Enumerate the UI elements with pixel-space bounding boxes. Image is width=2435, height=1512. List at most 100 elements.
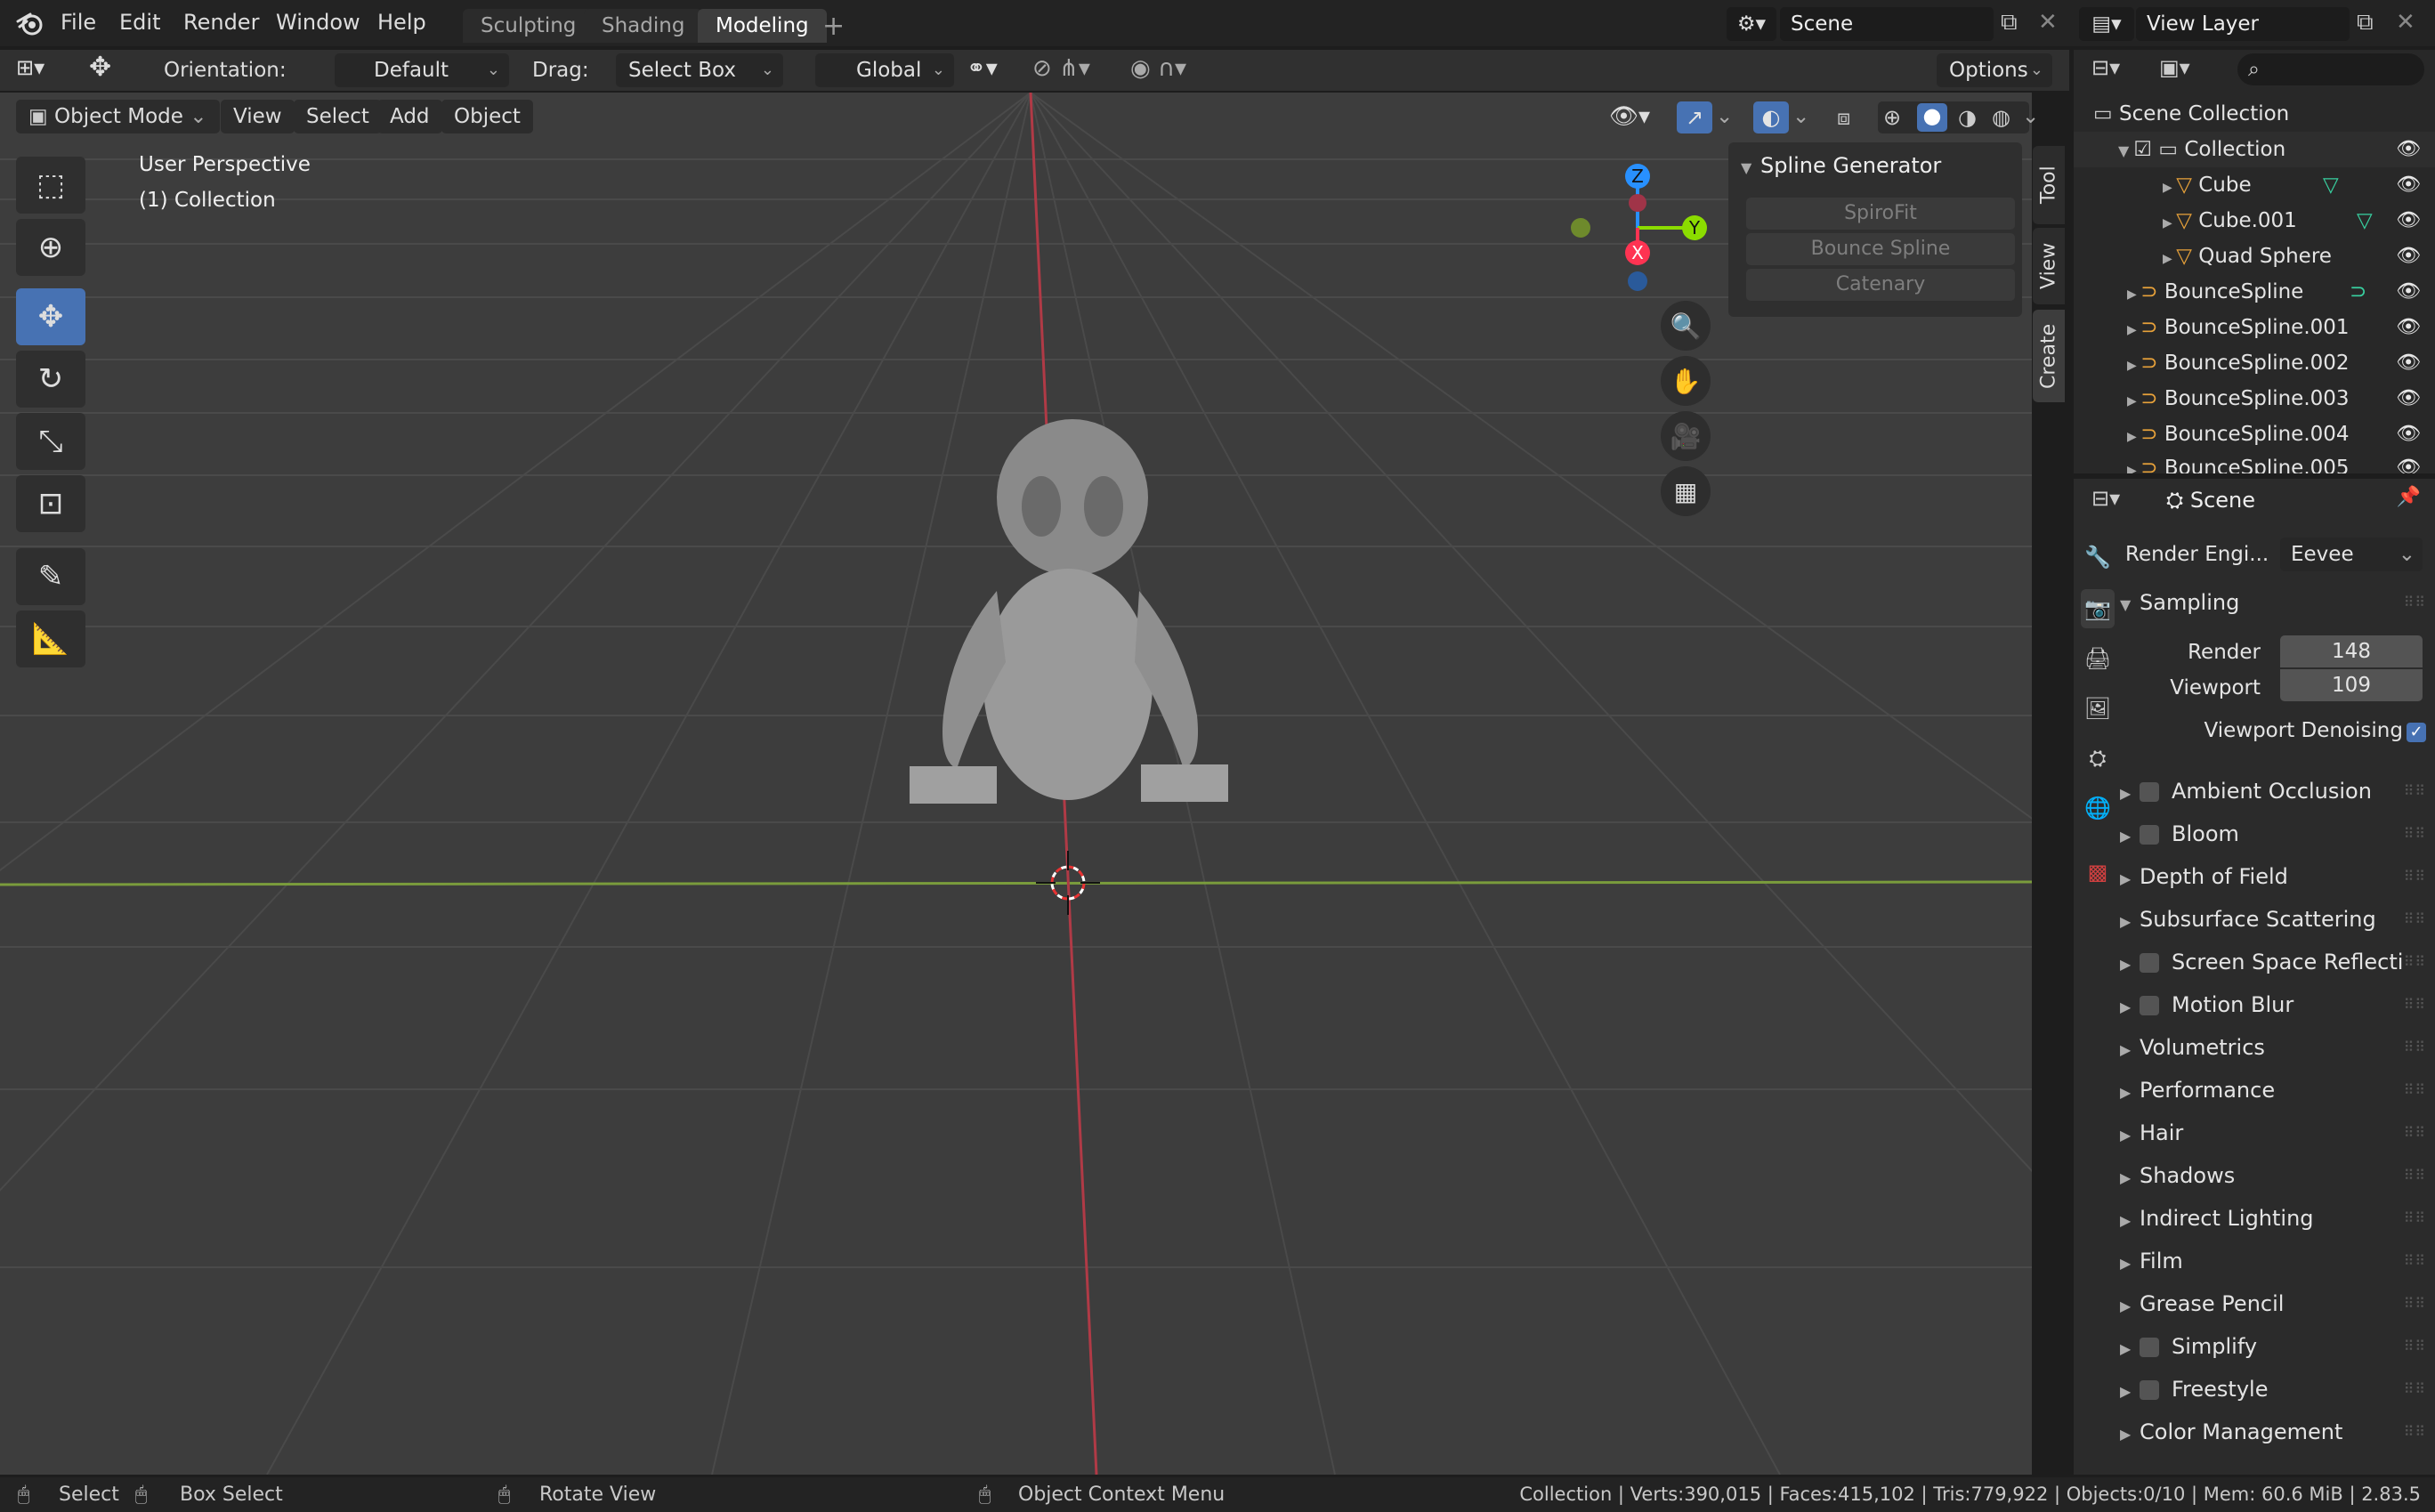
transform-space-dropdown[interactable]: Global ⌄ bbox=[815, 53, 954, 87]
drag-handle-icon[interactable]: ⠿⠿ bbox=[2403, 942, 2426, 982]
measure-tool-icon[interactable]: 📐 bbox=[16, 610, 85, 667]
menu-edit[interactable]: Edit bbox=[119, 0, 160, 46]
spline-generator-header[interactable]: ▼ Spline Generator bbox=[1741, 148, 1941, 183]
move-tool-icon[interactable]: ✥ bbox=[89, 52, 111, 83]
outliner-item-cube[interactable]: ▶ ▽ Cube ▽ 👁 bbox=[2074, 167, 2435, 203]
drag-handle-icon[interactable]: ⠿⠿ bbox=[2403, 1241, 2426, 1282]
render-tab-icon[interactable]: 📷 bbox=[2081, 589, 2115, 628]
chevron-down-icon[interactable]: ⌄ bbox=[2022, 100, 2039, 133]
drag-handle-icon[interactable]: ⠿⠿ bbox=[2403, 1369, 2426, 1410]
outliner-editor-icon[interactable]: ⊟▾ bbox=[2091, 55, 2120, 80]
outliner-scene-collection[interactable]: ▭ Scene Collection bbox=[2074, 96, 2435, 132]
drag-handle-icon[interactable]: ⠿⠿ bbox=[2403, 1283, 2426, 1324]
rendered-shading-icon[interactable]: ◍ bbox=[1992, 105, 2010, 130]
select-menu[interactable]: Select bbox=[294, 100, 382, 133]
bounce-spline-button[interactable]: Bounce Spline bbox=[1746, 233, 2015, 265]
spirofit-button[interactable]: SpiroFit bbox=[1746, 198, 2015, 230]
panel-freestyle[interactable]: ▶ Freestyle ⠿⠿ bbox=[2120, 1369, 2435, 1410]
new-scene-icon[interactable]: ⧉ bbox=[2001, 9, 2018, 36]
blender-logo-icon[interactable] bbox=[14, 9, 46, 37]
navigation-gizmo[interactable]: Z Y X bbox=[1559, 157, 1728, 299]
drag-handle-icon[interactable]: ⠿⠿ bbox=[2403, 899, 2426, 940]
transform-tool-icon[interactable]: ⊡ bbox=[16, 475, 85, 532]
render-samples-field[interactable]: 148 bbox=[2280, 635, 2423, 667]
character-model[interactable] bbox=[910, 419, 1228, 804]
pin-icon[interactable]: 📌 bbox=[2397, 486, 2421, 508]
sampling-panel-header[interactable]: ▼ Sampling ⠿⠿ bbox=[2120, 582, 2435, 623]
options-dropdown[interactable]: Options ⌄ bbox=[1937, 53, 2052, 87]
output-tab-icon[interactable]: 🖨 bbox=[2081, 639, 2115, 678]
panel-simplify[interactable]: ▶ Simplify ⠿⠿ bbox=[2120, 1326, 2435, 1367]
drag-handle-icon[interactable]: ⠿⠿ bbox=[2403, 856, 2426, 897]
view-layer-field[interactable]: View Layer bbox=[2136, 7, 2350, 41]
panel-screen-space-reflectio[interactable]: ▶ Screen Space Reflectio ⠿⠿ bbox=[2120, 942, 2435, 982]
outliner-item-bouncespline-002[interactable]: ▶ ⊃ BounceSpline.002 👁 bbox=[2074, 345, 2435, 381]
eye-icon[interactable]: 👁 bbox=[2396, 132, 2421, 167]
object-menu[interactable]: Object bbox=[441, 100, 533, 133]
select-box-tool-icon[interactable]: ⬚ bbox=[16, 157, 85, 214]
panel-film[interactable]: ▶ Film ⠿⠿ bbox=[2120, 1241, 2435, 1282]
outliner-item-quad-sphere[interactable]: ▶ ▽ Quad Sphere 👁 bbox=[2074, 239, 2435, 274]
panel-performance[interactable]: ▶ Performance ⠿⠿ bbox=[2120, 1070, 2435, 1111]
simplify-checkbox[interactable] bbox=[2140, 1338, 2159, 1357]
drag-handle-icon[interactable]: ⠿⠿ bbox=[2403, 1326, 2426, 1367]
3d-viewport[interactable] bbox=[0, 93, 2032, 1475]
object-mode-dropdown[interactable]: ▣ Object Mode ⌄ bbox=[16, 100, 220, 133]
render-engine-dropdown[interactable]: Eevee ⌄ bbox=[2280, 538, 2423, 571]
close-icon[interactable]: ✕ bbox=[2038, 9, 2058, 36]
eye-icon[interactable]: 👁 bbox=[2396, 274, 2421, 310]
drag-handle-icon[interactable]: ⠿⠿ bbox=[2403, 984, 2426, 1025]
viewport-samples-field[interactable]: 109 bbox=[2280, 669, 2423, 701]
bloom-checkbox[interactable] bbox=[2140, 825, 2159, 845]
outliner-item-bouncespline-005[interactable]: ▶ ⊃ BounceSpline.005 👁 bbox=[2074, 450, 2435, 473]
panel-grease-pencil[interactable]: ▶ Grease Pencil ⠿⠿ bbox=[2120, 1283, 2435, 1324]
scene-tab-icon[interactable]: ⛭ bbox=[2081, 739, 2115, 778]
drag-handle-icon[interactable]: ⠿⠿ bbox=[2403, 771, 2426, 812]
scale-tool-icon[interactable]: ⤡ bbox=[16, 413, 85, 470]
editor-type-icon[interactable]: ⊞▾ bbox=[16, 55, 44, 80]
gizmo-toggle-icon[interactable]: ↗ bbox=[1677, 101, 1712, 133]
catenary-button[interactable]: Catenary bbox=[1746, 269, 2015, 301]
panel-subsurface-scattering[interactable]: ▶ Subsurface Scattering ⠿⠿ bbox=[2120, 899, 2435, 940]
motion-blur-checkbox[interactable] bbox=[2140, 996, 2159, 1015]
drag-handle-icon[interactable]: ⠿⠿ bbox=[2403, 1027, 2426, 1068]
eye-icon[interactable]: 👁 bbox=[2396, 381, 2421, 416]
eye-icon[interactable]: 👁 bbox=[2396, 310, 2421, 345]
panel-depth-of-field[interactable]: ▶ Depth of Field ⠿⠿ bbox=[2120, 856, 2435, 897]
pan-hand-icon[interactable]: ✋ bbox=[1661, 356, 1711, 406]
panel-volumetrics[interactable]: ▶ Volumetrics ⠿⠿ bbox=[2120, 1027, 2435, 1068]
grid-view-icon[interactable]: ▦ bbox=[1661, 466, 1711, 516]
eye-icon[interactable]: 👁 bbox=[2396, 203, 2421, 239]
tab-tool[interactable]: Tool bbox=[2033, 146, 2065, 224]
view-menu[interactable]: View bbox=[221, 100, 295, 133]
screen-space-reflectio-checkbox[interactable] bbox=[2140, 953, 2159, 973]
eye-icon[interactable]: 👁 bbox=[2396, 450, 2421, 473]
panel-hair[interactable]: ▶ Hair ⠿⠿ bbox=[2120, 1112, 2435, 1153]
tab-shading[interactable]: Shading bbox=[584, 9, 703, 43]
view-layer-tab-icon[interactable]: 🖼 bbox=[2081, 689, 2115, 728]
scene-selector-icon[interactable]: ⚙▾ bbox=[1727, 7, 1776, 41]
panel-ambient-occlusion[interactable]: ▶ Ambient Occlusion ⠿⠿ bbox=[2120, 771, 2435, 812]
proportional-edit-icon[interactable]: ◉ ∩▾ bbox=[1130, 55, 1186, 82]
snap-icon[interactable]: ⊘ ⋔▾ bbox=[1032, 55, 1090, 82]
view-layer-icon[interactable]: ▤▾ bbox=[2079, 7, 2134, 41]
menu-help[interactable]: Help bbox=[377, 0, 426, 46]
tool-tab-icon[interactable]: 🔧 bbox=[2081, 538, 2115, 577]
world-tab-icon[interactable]: 🌐 bbox=[2081, 788, 2115, 828]
panel-motion-blur[interactable]: ▶ Motion Blur ⠿⠿ bbox=[2120, 984, 2435, 1025]
add-menu[interactable]: Add bbox=[377, 100, 442, 133]
outliner-item-bouncespline[interactable]: ▶ ⊃ BounceSpline ⊃ 👁 bbox=[2074, 274, 2435, 310]
scene-name-field[interactable]: Scene bbox=[1780, 7, 1994, 41]
drag-handle-icon[interactable]: ⠿⠿ bbox=[2403, 1411, 2426, 1452]
panel-color-management[interactable]: ▶ Color Management ⠿⠿ bbox=[2120, 1411, 2435, 1452]
outliner-item-bouncespline-004[interactable]: ▶ ⊃ BounceSpline.004 👁 bbox=[2074, 416, 2435, 452]
freestyle-checkbox[interactable] bbox=[2140, 1380, 2159, 1400]
pivot-point-icon[interactable]: ⚭▾ bbox=[967, 55, 998, 82]
drag-handle-icon[interactable]: ⠿⠿ bbox=[2403, 1198, 2426, 1239]
texture-tab-icon[interactable]: ▩ bbox=[2081, 853, 2115, 892]
drag-handle-icon[interactable]: ⠿⠿ bbox=[2403, 1112, 2426, 1153]
drag-handle-icon[interactable]: ⠿⠿ bbox=[2403, 813, 2426, 854]
checkbox-icon[interactable]: ☑ bbox=[2133, 138, 2158, 161]
outliner-item-bouncespline-001[interactable]: ▶ ⊃ BounceSpline.001 👁 bbox=[2074, 310, 2435, 345]
viewport-denoising-checkbox[interactable]: ✓ bbox=[2407, 723, 2426, 742]
